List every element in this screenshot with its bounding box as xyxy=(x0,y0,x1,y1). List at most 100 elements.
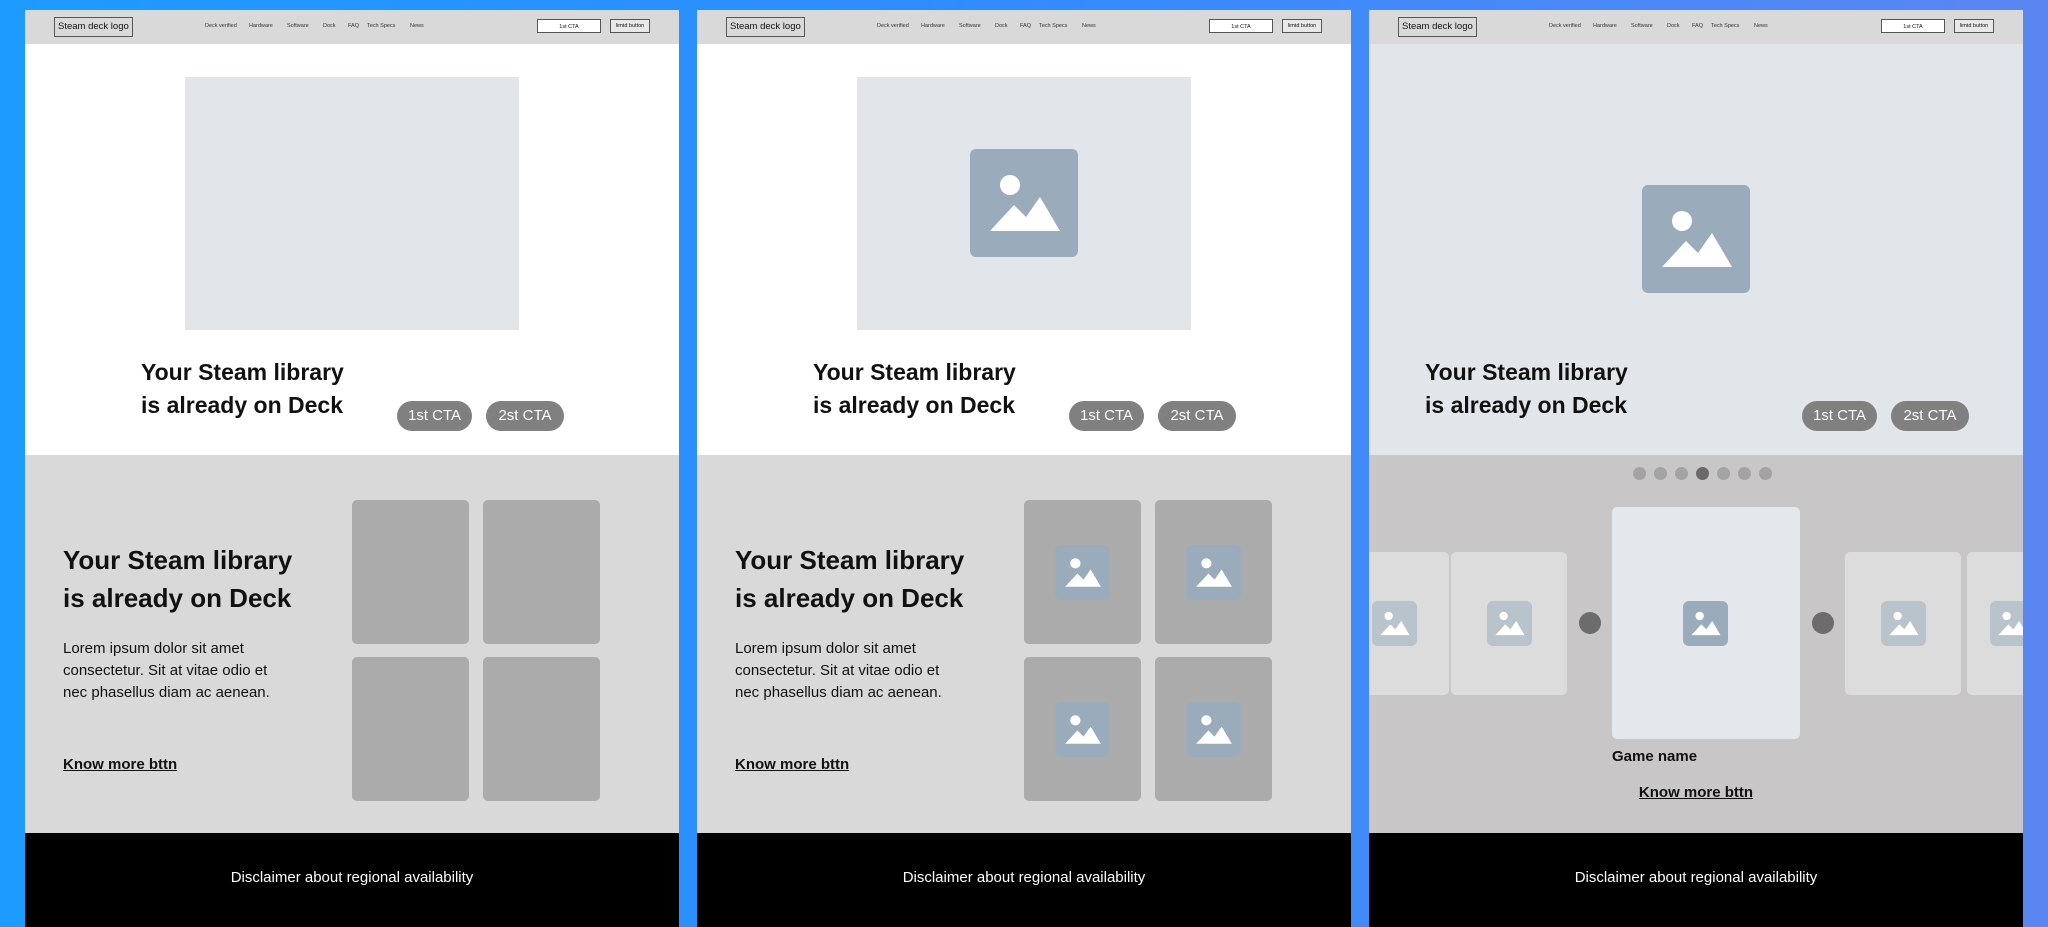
nav-link-news[interactable]: News xyxy=(1754,23,1768,29)
nav-link-faq[interactable]: FAQ xyxy=(1692,23,1703,29)
game-card[interactable] xyxy=(483,500,600,644)
nav-link-news[interactable]: News xyxy=(410,23,424,29)
library-section: Your Steam library is already on Deck Lo… xyxy=(697,455,1351,833)
nav-link-faq[interactable]: FAQ xyxy=(1020,23,1031,29)
carousel-prev-icon[interactable] xyxy=(1579,612,1601,634)
pagination-dot[interactable] xyxy=(1675,467,1688,480)
limited-button[interactable]: limtd button xyxy=(1954,19,1994,33)
nav-link-hardware[interactable]: Hardware xyxy=(921,23,945,29)
library-body-text: Lorem ipsum dolor sit amet consectetur. … xyxy=(735,640,942,701)
hero-cta-2-button[interactable]: 2st CTA xyxy=(1891,401,1969,431)
image-placeholder-icon xyxy=(1990,601,2023,646)
hero-image-placeholder xyxy=(857,77,1191,330)
image-placeholder-icon xyxy=(1683,601,1728,646)
hero-cta-1-button[interactable]: 1st CTA xyxy=(397,401,472,431)
nav-link-faq[interactable]: FAQ xyxy=(348,23,359,29)
carousel-slide[interactable] xyxy=(1845,552,1961,695)
limited-button[interactable]: limtd button xyxy=(610,19,650,33)
game-card[interactable] xyxy=(1024,500,1141,644)
carousel-slide-active[interactable] xyxy=(1612,507,1800,739)
footer: Disclaimer about regional availability xyxy=(25,833,679,927)
nav-link-news[interactable]: News xyxy=(1082,23,1096,29)
hero-title-line: is already on Deck xyxy=(813,392,1015,418)
hero-cta-2-button[interactable]: 2st CTA xyxy=(486,401,564,431)
wireframe-variant-3: Steam deck logo Deck verified Hardware S… xyxy=(1369,10,2023,927)
nav-link-tech-specs[interactable]: Tech Specs xyxy=(1039,23,1067,29)
nav-cta-button[interactable]: 1st CTA xyxy=(1209,19,1273,33)
logo[interactable]: Steam deck logo xyxy=(726,17,805,37)
nav-link-dock[interactable]: Dock xyxy=(1667,23,1680,29)
pagination-dot[interactable] xyxy=(1633,467,1646,480)
nav-link-hardware[interactable]: Hardware xyxy=(249,23,273,29)
library-title-line: Your Steam library xyxy=(63,545,293,575)
hero-section: Your Steam library is already on Deck 1s… xyxy=(25,44,679,455)
nav-link-tech-specs[interactable]: Tech Specs xyxy=(367,23,395,29)
hero-cta-2-button[interactable]: 2st CTA xyxy=(1158,401,1236,431)
footer-disclaimer: Disclaimer about regional availability xyxy=(1574,869,1818,886)
image-placeholder-icon xyxy=(970,149,1078,257)
hero-title-line: Your Steam library xyxy=(813,359,1016,385)
limited-button[interactable]: limtd button xyxy=(1282,19,1322,33)
nav-link-dock[interactable]: Dock xyxy=(323,23,336,29)
nav-link-deck-verified[interactable]: Deck verified xyxy=(877,23,909,29)
wireframe-variant-2: Steam deck logo Deck verified Hardware S… xyxy=(697,10,1351,927)
footer: Disclaimer about regional availability xyxy=(1369,833,2023,927)
pagination-dot[interactable] xyxy=(1654,467,1667,480)
nav-link-deck-verified[interactable]: Deck verified xyxy=(1549,23,1581,29)
nav-link-software[interactable]: Software xyxy=(1631,23,1653,29)
hero-cta-1-button[interactable]: 1st CTA xyxy=(1069,401,1144,431)
nav-link-software[interactable]: Software xyxy=(287,23,309,29)
hero-title-line: Your Steam library xyxy=(141,359,344,385)
library-title: Your Steam library is already on Deck xyxy=(63,541,313,617)
nav-link-hardware[interactable]: Hardware xyxy=(1593,23,1617,29)
game-card[interactable] xyxy=(1155,657,1272,801)
nav-cta-button[interactable]: 1st CTA xyxy=(1881,19,1945,33)
carousel-next-icon[interactable] xyxy=(1812,612,1834,634)
hero-section: Your Steam library is already on Deck 1s… xyxy=(1369,44,2023,455)
know-more-link[interactable]: Know more bttn xyxy=(735,756,849,773)
hero-image-placeholder xyxy=(185,77,519,330)
carousel-slide[interactable] xyxy=(1369,552,1449,695)
hero-title: Your Steam library is already on Deck xyxy=(1425,356,1665,422)
know-more-link: Know more bttn xyxy=(1369,784,2023,801)
game-card[interactable] xyxy=(352,657,469,801)
footer: Disclaimer about regional availability xyxy=(697,833,1351,927)
logo[interactable]: Steam deck logo xyxy=(54,17,133,37)
know-more-link[interactable]: Know more bttn xyxy=(63,756,177,773)
pagination-dot[interactable] xyxy=(1717,467,1730,480)
image-placeholder-icon xyxy=(1186,702,1241,757)
library-title-line: is already on Deck xyxy=(63,583,292,613)
pagination-dot-active[interactable] xyxy=(1696,467,1709,480)
know-more-link-text[interactable]: Know more bttn xyxy=(1639,784,1753,801)
hero-title-line: is already on Deck xyxy=(1425,392,1627,418)
logo[interactable]: Steam deck logo xyxy=(1398,17,1477,37)
carousel-slide[interactable] xyxy=(1967,552,2023,695)
hero-cta-1-button[interactable]: 1st CTA xyxy=(1802,401,1877,431)
nav-link-deck-verified[interactable]: Deck verified xyxy=(205,23,237,29)
pagination-dot[interactable] xyxy=(1759,467,1772,480)
game-card[interactable] xyxy=(1155,500,1272,644)
game-card[interactable] xyxy=(352,500,469,644)
hero-title: Your Steam library is already on Deck xyxy=(141,356,381,422)
hero-title-line: Your Steam library xyxy=(1425,359,1628,385)
carousel-slide[interactable] xyxy=(1451,552,1567,695)
top-nav: Steam deck logo Deck verified Hardware S… xyxy=(697,10,1351,44)
game-card[interactable] xyxy=(1024,657,1141,801)
pagination-dot[interactable] xyxy=(1738,467,1751,480)
hero-title-line: is already on Deck xyxy=(141,392,343,418)
image-placeholder-icon xyxy=(1186,545,1241,600)
image-placeholder-icon xyxy=(1372,601,1417,646)
nav-link-tech-specs[interactable]: Tech Specs xyxy=(1711,23,1739,29)
hero-title: Your Steam library is already on Deck xyxy=(813,356,1053,422)
library-title: Your Steam library is already on Deck xyxy=(735,541,985,617)
image-placeholder-icon xyxy=(1642,185,1750,293)
game-card[interactable] xyxy=(483,657,600,801)
top-nav: Steam deck logo Deck verified Hardware S… xyxy=(25,10,679,44)
nav-link-software[interactable]: Software xyxy=(959,23,981,29)
image-placeholder-icon xyxy=(1487,601,1532,646)
library-body-text: Lorem ipsum dolor sit amet consectetur. … xyxy=(63,640,270,701)
library-title-line: Your Steam library xyxy=(735,545,965,575)
nav-cta-button[interactable]: 1st CTA xyxy=(537,19,601,33)
library-title-line: is already on Deck xyxy=(735,583,964,613)
nav-link-dock[interactable]: Dock xyxy=(995,23,1008,29)
